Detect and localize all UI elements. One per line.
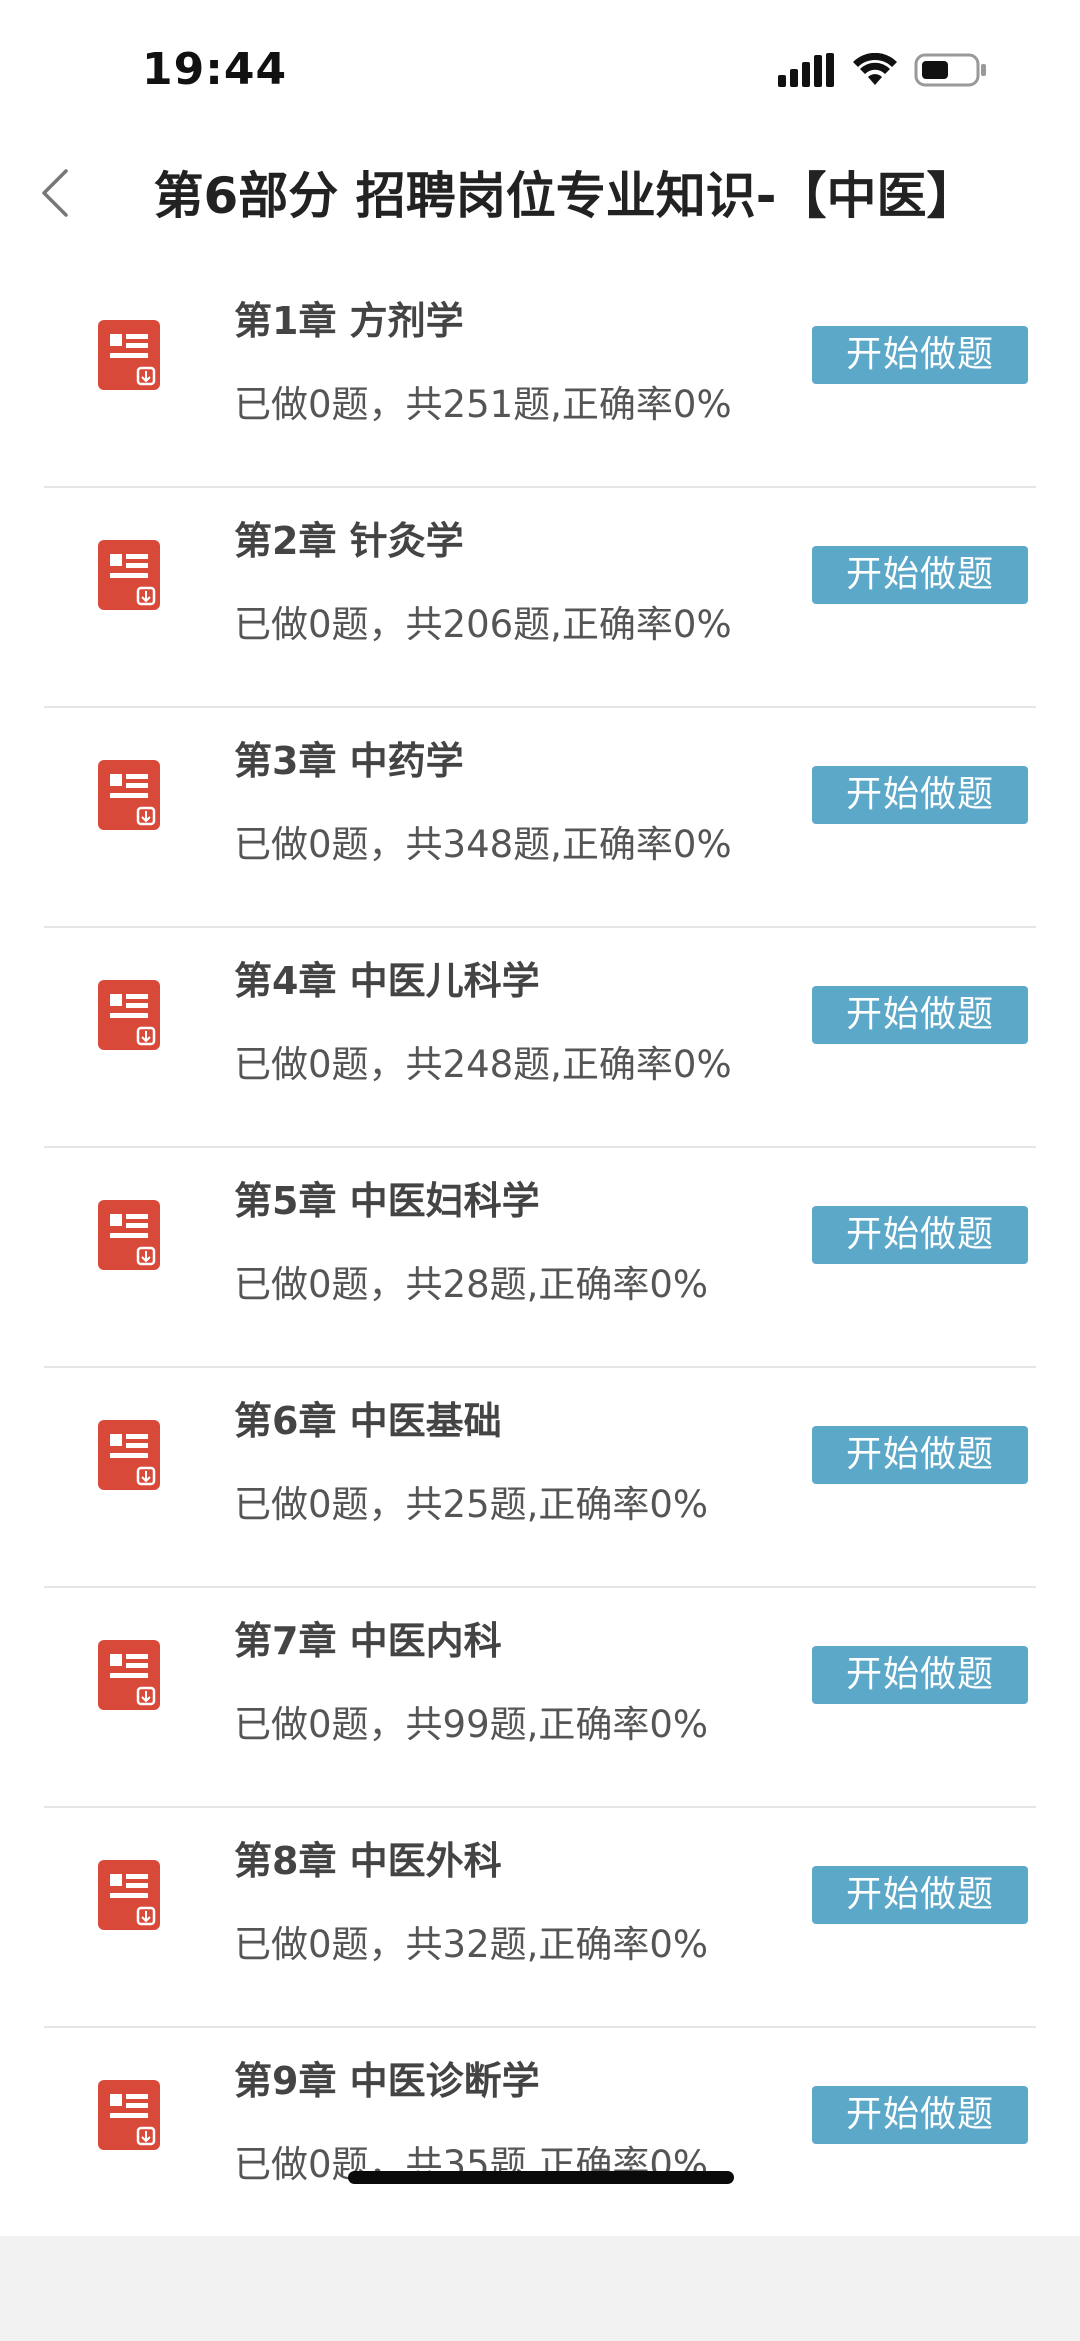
chevron-left-icon — [38, 168, 72, 222]
chapter-stats: 已做0题，共348题,正确率0% — [234, 823, 732, 866]
list-item[interactable]: 第7章 中医内科 已做0题，共99题,正确率0% 开始做题 — [0, 1588, 1080, 1808]
chapter-stats: 已做0题，共32题,正确率0% — [234, 1923, 709, 1966]
chapter-stats: 已做0题，共99题,正确率0% — [234, 1703, 709, 1746]
start-quiz-button[interactable]: 开始做题 — [812, 986, 1028, 1044]
start-quiz-button[interactable]: 开始做题 — [812, 1866, 1028, 1924]
start-quiz-button[interactable]: 开始做题 — [812, 2086, 1028, 2144]
document-icon — [98, 976, 162, 1052]
chapter-stats: 已做0题，共251题,正确率0% — [234, 383, 732, 426]
battery-icon — [914, 52, 988, 92]
chapter-stats: 已做0题，共248题,正确率0% — [234, 1043, 732, 1086]
page-title: 第6部分 招聘岗位专业知识-【中医】 — [153, 167, 977, 225]
list-item[interactable]: 第6章 中医基础 已做0题，共25题,正确率0% 开始做题 — [0, 1368, 1080, 1588]
nav-bar: 第6部分 招聘岗位专业知识-【中医】 — [0, 140, 1080, 250]
list-item[interactable]: 第4章 中医儿科学 已做0题，共248题,正确率0% 开始做题 — [0, 928, 1080, 1148]
status-time: 19:44 — [142, 44, 288, 95]
start-quiz-button[interactable]: 开始做题 — [812, 1646, 1028, 1704]
back-button[interactable] — [20, 160, 90, 230]
document-icon — [98, 1416, 162, 1492]
document-icon — [98, 756, 162, 832]
document-icon — [98, 1196, 162, 1272]
chapter-title: 第3章 中药学 — [234, 739, 464, 783]
start-quiz-button[interactable]: 开始做题 — [812, 1426, 1028, 1484]
chapter-title: 第6章 中医基础 — [234, 1399, 502, 1443]
list-item[interactable]: 第2章 针灸学 已做0题，共206题,正确率0% 开始做题 — [0, 488, 1080, 708]
document-icon — [98, 316, 162, 392]
list-item[interactable]: 第5章 中医妇科学 已做0题，共28题,正确率0% 开始做题 — [0, 1148, 1080, 1368]
chapter-title: 第5章 中医妇科学 — [234, 1179, 540, 1223]
list-item[interactable]: 第8章 中医外科 已做0题，共32题,正确率0% 开始做题 — [0, 1808, 1080, 2028]
chapter-title: 第9章 中医诊断学 — [234, 2059, 540, 2103]
list-item[interactable]: 第3章 中药学 已做0题，共348题,正确率0% 开始做题 — [0, 708, 1080, 928]
chapter-title: 第1章 方剂学 — [234, 299, 464, 343]
start-quiz-button[interactable]: 开始做题 — [812, 766, 1028, 824]
document-icon — [98, 2076, 162, 2152]
chapter-stats: 已做0题，共28题,正确率0% — [234, 1263, 709, 1306]
chapter-stats: 已做0题，共25题,正确率0% — [234, 1483, 709, 1526]
status-icons — [778, 52, 988, 92]
document-icon — [98, 1856, 162, 1932]
chapter-title: 第4章 中医儿科学 — [234, 959, 540, 1003]
start-quiz-button[interactable]: 开始做题 — [812, 546, 1028, 604]
chapter-list: 第1章 方剂学 已做0题，共251题,正确率0% 开始做题 第2章 针灸学 已做… — [0, 268, 1080, 2248]
list-item[interactable]: 第1章 方剂学 已做0题，共251题,正确率0% 开始做题 — [0, 268, 1080, 488]
start-quiz-button[interactable]: 开始做题 — [812, 1206, 1028, 1264]
document-icon — [98, 536, 162, 612]
cellular-signal-icon — [778, 53, 836, 91]
home-indicator[interactable] — [348, 2171, 734, 2184]
status-bar: 19:44 — [0, 0, 1080, 130]
chapter-title: 第7章 中医内科 — [234, 1619, 502, 1663]
list-item[interactable]: 第9章 中医诊断学 已做0题，共35题,正确率0% 开始做题 — [0, 2028, 1080, 2248]
wifi-icon — [852, 52, 898, 91]
chapter-title: 第8章 中医外科 — [234, 1839, 502, 1883]
start-quiz-button[interactable]: 开始做题 — [812, 326, 1028, 384]
chapter-title: 第2章 针灸学 — [234, 519, 464, 563]
bottom-bar — [0, 2236, 1080, 2341]
chapter-stats: 已做0题，共206题,正确率0% — [234, 603, 732, 646]
document-icon — [98, 1636, 162, 1712]
